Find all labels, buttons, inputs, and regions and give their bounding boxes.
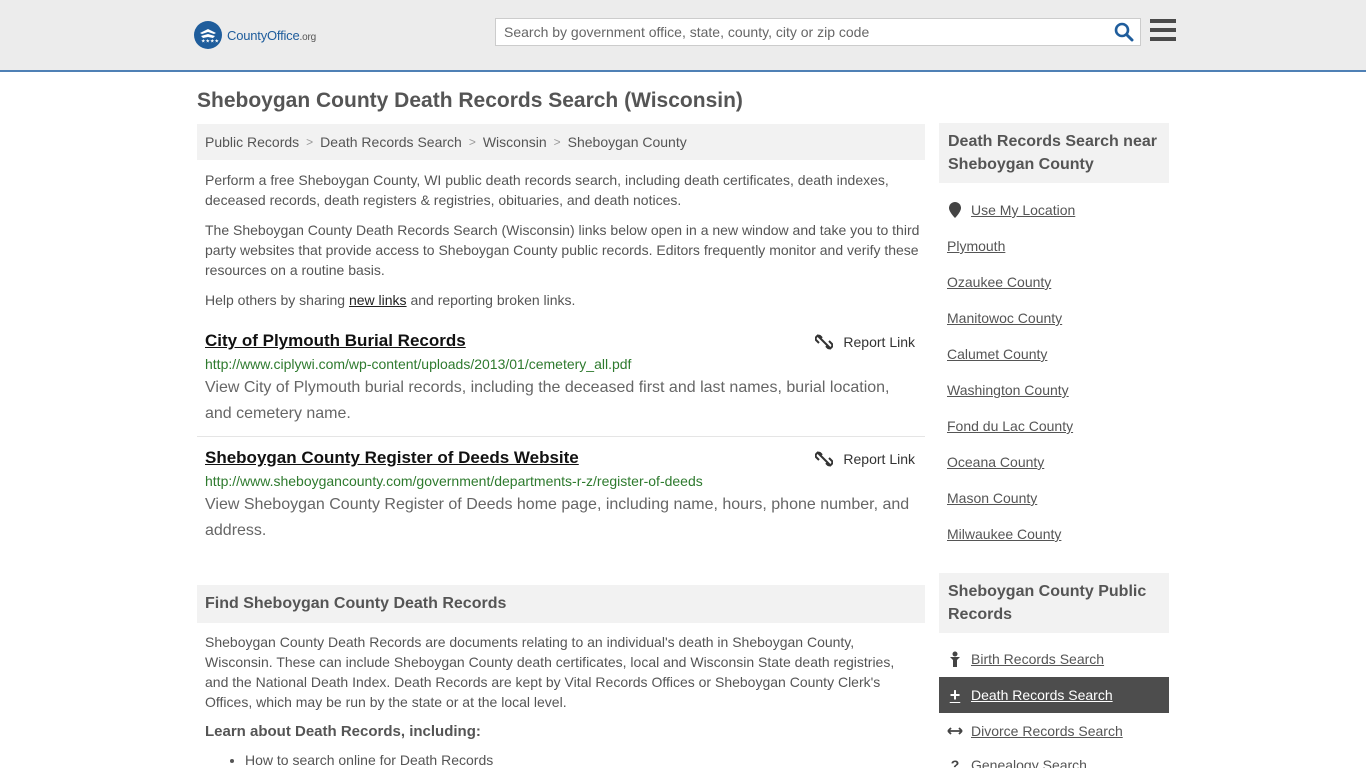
list-item[interactable]: How to search online for Death Records xyxy=(245,752,493,768)
breadcrumb-wisconsin[interactable]: Wisconsin xyxy=(483,134,547,150)
breadcrumb-separator-icon: > xyxy=(306,135,314,149)
use-my-location-link[interactable]: Use My Location xyxy=(947,202,1075,218)
sidebar-near-link[interactable]: Calumet County xyxy=(947,346,1047,362)
sidebar-item-birth-records[interactable]: Birth Records Search xyxy=(947,651,1104,667)
result-description: View Sheboygan County Register of Deeds … xyxy=(205,496,910,539)
sidebar-near-link[interactable]: Fond du Lac County xyxy=(947,418,1073,434)
person-icon xyxy=(947,651,963,667)
sidebar-near-link[interactable]: Milwaukee County xyxy=(947,526,1061,542)
logo-seal-icon: ★★★★ xyxy=(194,21,222,49)
sidebar-near-link[interactable]: Mason County xyxy=(947,490,1037,506)
sidebar-near-link[interactable]: Ozaukee County xyxy=(947,274,1051,290)
sidebar-item-death-records[interactable]: + Death Records Search xyxy=(939,677,1169,713)
new-links-link[interactable]: new links xyxy=(349,292,407,308)
search-input[interactable] xyxy=(496,19,1096,45)
breadcrumb: Public Records > Death Records Search > … xyxy=(197,124,925,160)
learn-list: How to search online for Death Records xyxy=(245,752,493,768)
result-url[interactable]: http://www.sheboygancounty.com/governmen… xyxy=(205,473,703,489)
sidebar-public-heading: Sheboygan County Public Records xyxy=(939,573,1169,633)
breadcrumb-death-records[interactable]: Death Records Search xyxy=(320,134,462,150)
site-header: ★★★★ CountyOffice.org xyxy=(0,0,1366,72)
sidebar-near-link[interactable]: Washington County xyxy=(947,382,1069,398)
breadcrumb-public-records[interactable]: Public Records xyxy=(205,134,299,150)
sidebar-near-link[interactable]: Manitowoc County xyxy=(947,310,1062,326)
report-link-button[interactable]: Report Link xyxy=(815,450,915,468)
map-pin-icon xyxy=(947,202,963,218)
hamburger-menu-icon[interactable] xyxy=(1150,19,1176,43)
sidebar-item-divorce-records[interactable]: Divorce Records Search xyxy=(947,723,1123,739)
broken-link-icon xyxy=(815,451,834,467)
result-url[interactable]: http://www.ciplywi.com/wp-content/upload… xyxy=(205,356,631,372)
logo-text: CountyOffice.org xyxy=(227,27,316,43)
find-section-heading: Find Sheboygan County Death Records xyxy=(197,585,925,623)
sidebar-near-link[interactable]: Oceana County xyxy=(947,454,1044,470)
site-logo[interactable]: ★★★★ CountyOffice.org xyxy=(194,20,316,50)
result-title-link[interactable]: Sheboygan County Register of Deeds Websi… xyxy=(205,448,579,468)
result-description: View City of Plymouth burial records, in… xyxy=(205,379,890,422)
breadcrumb-sheboygan-county[interactable]: Sheboygan County xyxy=(568,134,687,150)
broken-link-icon xyxy=(815,334,834,350)
sidebar-near-link[interactable]: Plymouth xyxy=(947,238,1005,254)
plus-icon: + xyxy=(949,684,961,705)
result-title-link[interactable]: City of Plymouth Burial Records xyxy=(205,331,466,351)
intro-paragraph-1: Perform a free Sheboygan County, WI publ… xyxy=(205,172,889,208)
search-bar xyxy=(495,18,1141,46)
search-icon[interactable] xyxy=(1114,22,1134,42)
breadcrumb-separator-icon: > xyxy=(468,135,476,149)
breadcrumb-separator-icon: > xyxy=(553,135,561,149)
arrows-horizontal-icon xyxy=(947,723,963,739)
question-icon: ? xyxy=(950,757,960,768)
page-title: Sheboygan County Death Records Search (W… xyxy=(197,89,743,112)
find-section-body: Sheboygan County Death Records are docum… xyxy=(205,634,895,710)
sidebar-near-heading: Death Records Search near Sheboygan Coun… xyxy=(939,123,1169,183)
learn-heading: Learn about Death Records, including: xyxy=(205,723,481,740)
svg-text:★★★★: ★★★★ xyxy=(201,39,219,44)
divider xyxy=(197,436,925,437)
sidebar-item-genealogy[interactable]: ? Genealogy Search xyxy=(947,757,1087,768)
intro-paragraph-3: Help others by sharing new links and rep… xyxy=(205,292,576,308)
report-link-button[interactable]: Report Link xyxy=(815,333,915,351)
intro-paragraph-2: The Sheboygan County Death Records Searc… xyxy=(205,222,920,278)
